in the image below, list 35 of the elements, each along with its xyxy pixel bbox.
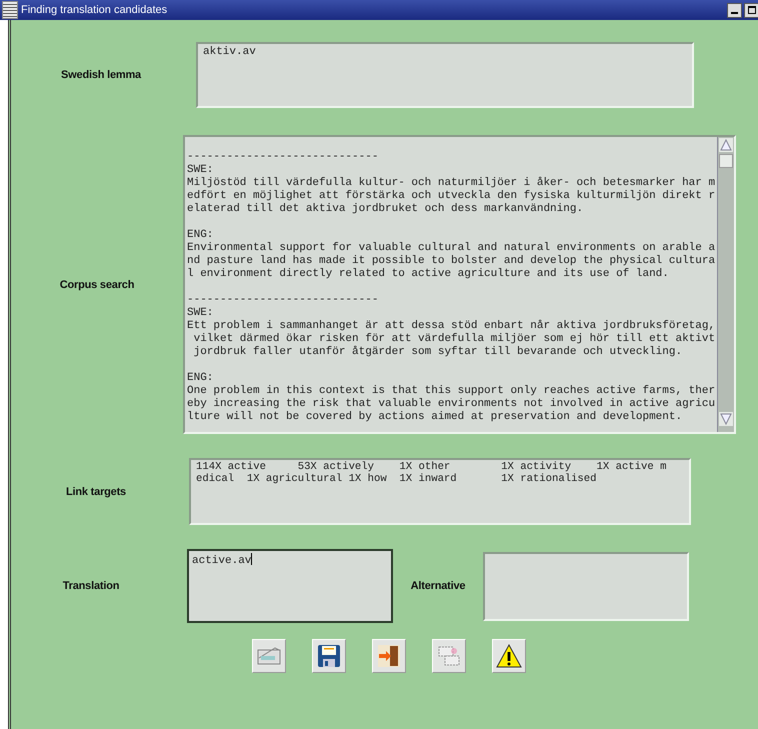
- field-label: Corpus search: [60, 278, 134, 290]
- floppy-disk-button[interactable]: [312, 639, 346, 673]
- warning-icon: [495, 642, 523, 670]
- corpus-paragraph: Environmental support for valuable cultural and natural environments on arable a nd pasture land has made it possible to bolster and develop the physical cultura l environment directly related to active agriculture and its use of land.: [187, 242, 716, 281]
- language-tag: SWE:: [187, 164, 214, 177]
- window-title: Finding translation candidates: [21, 4, 168, 16]
- minimize-button[interactable]: [727, 2, 742, 18]
- field-label: Translation: [62, 580, 120, 592]
- maximize-button[interactable]: [744, 2, 758, 18]
- corpus-text-area[interactable]: [183, 135, 736, 434]
- separator-line: -----------------------------: [187, 151, 378, 164]
- link-targets-area[interactable]: 114X active 53X actively 1X other 1X activity 1X active m edical 1X agricultural 1X how 1X inward 1X rationalised: [189, 458, 691, 525]
- translation-field[interactable]: active.av: [187, 549, 393, 623]
- alternative-field[interactable]: [483, 552, 689, 620]
- documents-button[interactable]: [432, 639, 466, 673]
- field-label: Alternative: [410, 580, 466, 592]
- language-tag: ENG:: [187, 372, 214, 385]
- window-menu-icon[interactable]: [2, 1, 18, 19]
- language-tag: ENG:: [187, 229, 214, 242]
- maximize-icon: [748, 6, 756, 14]
- corpus-paragraph: Ett problem i sammanhanget är att dessa stöd enbart når aktiva jordbruksföretag, vilket därmed ökar risken för att värdefulla miljöer som ej hör till ett aktivt jordbruk faller utanför åtgärder som syftar till bevarande och utveckling.: [187, 320, 716, 359]
- warning-button[interactable]: [492, 639, 526, 673]
- separator-line: -----------------------------: [187, 294, 378, 307]
- corpus-paragraph: One problem in this context is that this support only reaches active farms, ther eby increasing the risk that valuable environments not involved in active agricu lture will not be covered by actions aimed at preservation and development.: [187, 385, 716, 424]
- scroll-down-icon[interactable]: [719, 412, 733, 426]
- language-tag: SWE:: [187, 307, 214, 320]
- door-arrow-button[interactable]: [372, 639, 406, 673]
- scanner-button[interactable]: [252, 639, 286, 673]
- scroll-up-icon[interactable]: [719, 138, 733, 152]
- scrollbar[interactable]: [717, 137, 734, 432]
- scroll-thumb[interactable]: [719, 154, 733, 168]
- field-label: Link targets: [66, 486, 126, 498]
- corpus-paragraph: Miljöstöd till värdefulla kultur- och naturmiljöer i åker- och betesmarker har m edfört en möjlighet att förstärka och utveckla den fysiska kulturmiljön direkt r elaterad till det aktiva jordbruket och dess markanvändning.: [187, 177, 716, 216]
- field-label: Swedish lemma: [61, 69, 141, 81]
- lemma-field[interactable]: aktiv.av: [196, 42, 694, 108]
